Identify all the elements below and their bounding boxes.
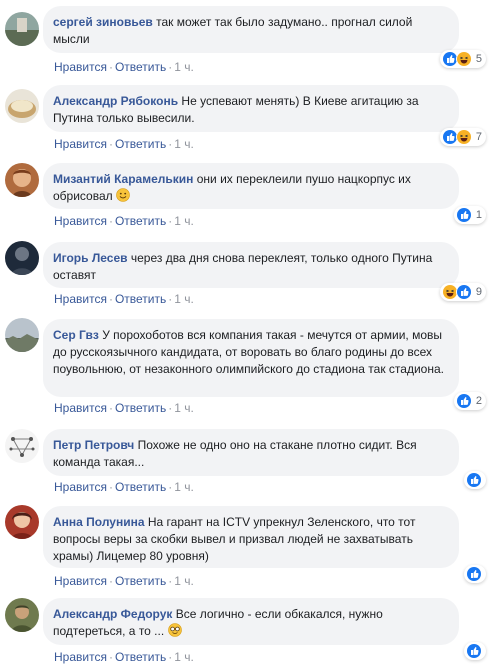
like-link[interactable]: Нравится — [54, 650, 107, 664]
like-link[interactable]: Нравится — [54, 60, 107, 74]
comment-actions: Нравится · Ответить · 1 ч. — [54, 401, 194, 415]
like-link[interactable]: Нравится — [54, 574, 107, 588]
like-reaction-icon — [455, 207, 472, 223]
like-link[interactable]: Нравится — [54, 480, 107, 494]
comment-bubble: Александр Рябоконь Не успевают менять) В… — [43, 85, 459, 132]
comment-bubble: Петр Петровч Похоже не одно оно на стака… — [43, 429, 459, 476]
comment-author[interactable]: Игорь Лесев — [53, 251, 128, 265]
reaction-summary[interactable]: 9 — [439, 283, 486, 301]
reaction-summary[interactable] — [464, 642, 486, 660]
comment-time[interactable]: 1 ч. — [174, 650, 194, 664]
comment-author[interactable]: Петр Петровч — [53, 438, 134, 452]
like-link[interactable]: Нравится — [54, 401, 107, 415]
like-reaction-icon — [455, 393, 472, 409]
avatar[interactable] — [5, 318, 39, 352]
comment-actions: Нравится · Ответить · 1 ч. — [54, 137, 194, 151]
reply-link[interactable]: Ответить — [115, 650, 166, 664]
like-link[interactable]: Нравится — [54, 137, 107, 151]
reaction-count: 1 — [475, 209, 482, 221]
comment-time[interactable]: 1 ч. — [174, 480, 194, 494]
reply-link[interactable]: Ответить — [115, 480, 166, 494]
comment-actions: Нравится · Ответить · 1 ч. — [54, 292, 194, 306]
reaction-summary[interactable]: 7 — [439, 128, 486, 146]
comment-actions: Нравится · Ответить · 1 ч. — [54, 574, 194, 588]
reply-link[interactable]: Ответить — [115, 292, 166, 306]
reply-link[interactable]: Ответить — [115, 574, 166, 588]
like-link[interactable]: Нравится — [54, 292, 107, 306]
comment-actions: Нравится · Ответить · 1 ч. — [54, 214, 194, 228]
comment-author[interactable]: Сер Гвз — [53, 328, 99, 342]
reaction-count: 5 — [475, 53, 482, 65]
reaction-summary[interactable] — [464, 565, 486, 583]
comment-time[interactable]: 1 ч. — [174, 574, 194, 588]
comment-actions: Нравится · Ответить · 1 ч. — [54, 650, 194, 664]
reply-link[interactable]: Ответить — [115, 60, 166, 74]
comment-author[interactable]: Александр Рябоконь — [53, 94, 178, 108]
reaction-summary[interactable] — [464, 471, 486, 489]
comment-actions: Нравится · Ответить · 1 ч. — [54, 60, 194, 74]
reaction-count: 2 — [475, 395, 482, 407]
comment-bubble: сергей зиновьев так может так было задум… — [43, 6, 459, 53]
comment-bubble: Анна Полунина На гарант на ICTV упрекнул… — [43, 506, 459, 568]
comment-actions: Нравится · Ответить · 1 ч. — [54, 480, 194, 494]
comment-author[interactable]: Анна Полунина — [53, 515, 145, 529]
comment-author[interactable]: Мизантий Карамелькин — [53, 172, 193, 186]
avatar[interactable] — [5, 598, 39, 632]
reaction-summary[interactable]: 1 — [453, 206, 486, 224]
avatar[interactable] — [5, 429, 39, 463]
comment-author[interactable]: сергей зиновьев — [53, 15, 153, 29]
avatar[interactable] — [5, 241, 39, 275]
avatar[interactable] — [5, 12, 39, 46]
reply-link[interactable]: Ответить — [115, 214, 166, 228]
comment-bubble: Сер Гвз У порохоботов вся компания такая… — [43, 319, 459, 397]
avatar[interactable] — [5, 163, 39, 197]
reply-link[interactable]: Ответить — [115, 137, 166, 151]
reaction-summary[interactable]: 2 — [453, 392, 486, 410]
nerd-emoji-icon — [167, 623, 182, 637]
reaction-count: 9 — [475, 286, 482, 298]
comment-time[interactable]: 1 ч. — [174, 292, 194, 306]
smile-emoji-icon — [116, 188, 130, 202]
avatar[interactable] — [5, 89, 39, 123]
comment-bubble: Игорь Лесев через два дня снова переклея… — [43, 242, 459, 288]
like-reaction-icon — [466, 566, 482, 582]
avatar[interactable] — [5, 505, 39, 539]
haha-reaction-icon — [455, 51, 472, 67]
comment-bubble: Мизантий Карамелькин они их переклеили п… — [43, 163, 459, 209]
haha-reaction-icon — [455, 129, 472, 145]
comment-time[interactable]: 1 ч. — [174, 401, 194, 415]
reaction-count: 7 — [475, 131, 482, 143]
comment-text: У порохоботов вся компания такая - мечут… — [53, 328, 444, 376]
like-link[interactable]: Нравится — [54, 214, 107, 228]
reaction-summary[interactable]: 5 — [439, 50, 486, 68]
like-reaction-icon — [455, 284, 472, 300]
reply-link[interactable]: Ответить — [115, 401, 166, 415]
comment-time[interactable]: 1 ч. — [174, 60, 194, 74]
comment-author[interactable]: Александр Федорук — [53, 607, 172, 621]
comment-time[interactable]: 1 ч. — [174, 214, 194, 228]
like-reaction-icon — [466, 643, 482, 659]
comment-bubble: Александр Федорук Все логично - если обк… — [43, 598, 459, 645]
comment-time[interactable]: 1 ч. — [174, 137, 194, 151]
like-reaction-icon — [466, 472, 482, 488]
